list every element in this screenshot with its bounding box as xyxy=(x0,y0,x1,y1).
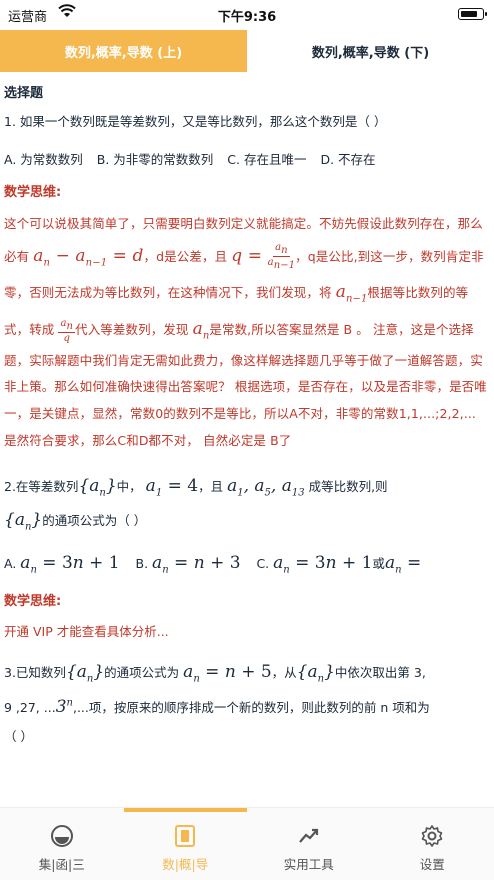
circle-icon xyxy=(50,825,73,847)
question-2-text: 2.在等差数列{an}中， a1 = 4，且 a1, a5, a13 成等比数列… xyxy=(4,476,388,533)
status-bar: 运营商 下午9:36 xyxy=(0,0,494,30)
top-tab-bar: 数列,概率,导数 (上) 数列,概率,导数 (下) xyxy=(0,30,494,72)
vip-link[interactable]: 开通 VIP 才能查看具体分析... xyxy=(4,622,488,641)
battery-icon xyxy=(458,8,487,20)
tab-sequences[interactable]: 数|概|导 xyxy=(124,808,248,880)
bottom-tab-bar: 集|函|三 数|概|导 实用工具 设置 xyxy=(0,807,494,880)
option-a[interactable]: A. 为常数数列 xyxy=(4,152,83,167)
analysis-title-2: 数学思维: xyxy=(4,593,62,609)
active-tab-indicator xyxy=(124,808,247,812)
formula-an-over-q: an q xyxy=(58,317,76,344)
formula-ratio: q = an an−1 xyxy=(231,241,296,271)
section-title: 选择题 xyxy=(4,86,44,101)
tab-sets-functions[interactable]: 集|函|三 xyxy=(0,808,124,880)
analysis-title-1: 数学思维: xyxy=(4,184,62,200)
tab-part-1[interactable]: 数列,概率,导数 (上) xyxy=(0,30,247,72)
question-3-text: 3.已知数列{an}的通项公式为 an = n + 5，从{an}中依次取出第 … xyxy=(4,662,430,744)
trend-icon xyxy=(298,828,318,843)
q2-option-a[interactable]: A. an = 3n + 1 xyxy=(4,553,120,575)
option-d[interactable]: D. 不存在 xyxy=(320,152,375,167)
q2-option-c[interactable]: C. an = 3n + 1或an = xyxy=(256,553,421,575)
question-1-text: 1. 如果一个数列既是等差数列，又是等比数列，那么这个数列是（ ） xyxy=(4,114,387,130)
analysis-1: 这个可以说极其简单了，只需要明白数列定义就能搞定。不妨先假设此数列存在，那么必有… xyxy=(4,216,487,449)
option-c[interactable]: C. 存在且唯一 xyxy=(227,152,306,167)
tab-settings[interactable]: 设置 xyxy=(371,808,494,880)
gear-icon xyxy=(421,825,443,847)
book-icon xyxy=(175,825,196,847)
formula-difference: an − an−1 = d xyxy=(33,245,144,269)
q2-option-b[interactable]: B. an = n + 3 xyxy=(136,553,241,575)
status-time: 下午9:36 xyxy=(217,10,277,25)
formula-an: an xyxy=(192,319,210,342)
question-2-options: A. an = 3n + 1 B. an = n + 3 C. an = 3n … xyxy=(4,550,488,578)
content-scroll[interactable]: 选择题 1. 如果一个数列既是等差数列，又是等比数列，那么这个数列是（ ） A.… xyxy=(0,72,494,807)
tab-part-2[interactable]: 数列,概率,导数 (下) xyxy=(247,30,494,72)
tab-tools[interactable]: 实用工具 xyxy=(247,808,371,880)
formula-an-1: an−1 xyxy=(335,282,368,305)
option-b[interactable]: B. 为非零的常数数列 xyxy=(97,152,214,167)
question-1-options: A. 为常数数列 B. 为非零的常数数列 C. 存在且唯一 D. 不存在 xyxy=(4,150,488,169)
